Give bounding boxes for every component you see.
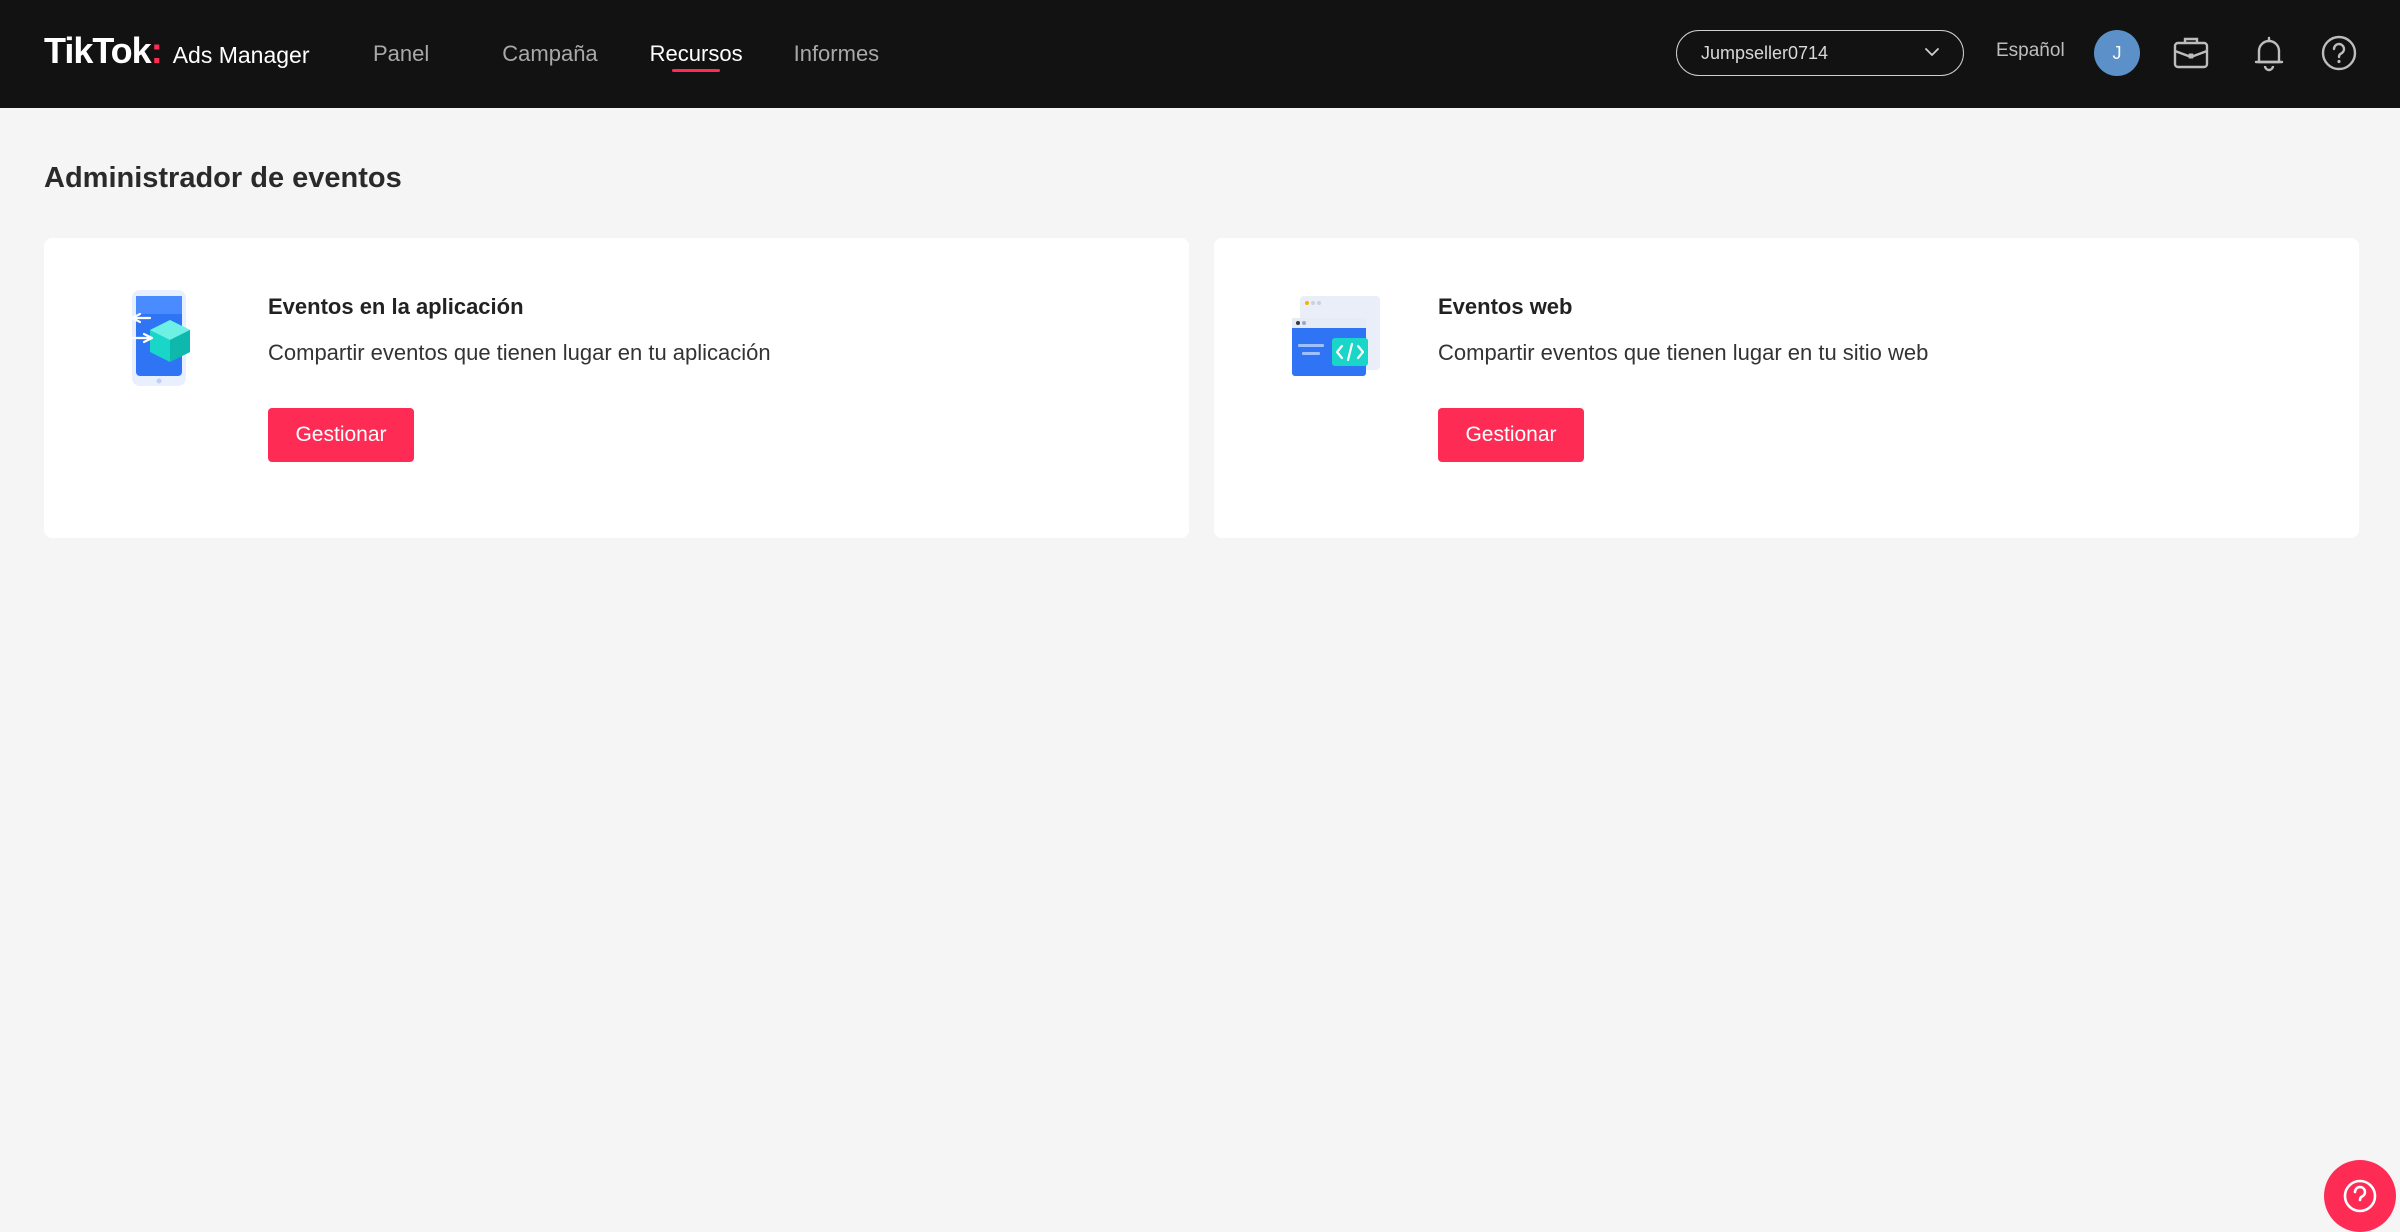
floating-help-button[interactable] <box>2324 1160 2396 1232</box>
chevron-down-icon <box>1925 48 1939 56</box>
top-navigation-bar: TikTok : Ads Manager Panel Campaña Recur… <box>0 0 2400 108</box>
web-events-icon <box>1292 296 1380 376</box>
nav-label: Panel <box>373 41 430 66</box>
web-events-card: Eventos web Compartir eventos que tienen… <box>1214 238 2359 538</box>
app-events-card: Eventos en la aplicación Compartir event… <box>44 238 1189 538</box>
manage-app-events-button[interactable]: Gestionar <box>268 408 414 462</box>
manage-web-events-button[interactable]: Gestionar <box>1438 408 1584 462</box>
nav-label: Informes <box>793 41 880 66</box>
avatar-initial: J <box>2112 42 2122 63</box>
logo-subtitle: Ads Manager <box>172 42 310 68</box>
language-selector[interactable]: Español <box>1996 40 2065 62</box>
main-nav: Panel Campaña Recursos Informes <box>373 0 879 108</box>
card-title: Eventos web <box>1438 294 1573 319</box>
page-title: Administrador de eventos <box>44 162 402 194</box>
nav-informes[interactable]: Informes <box>794 0 880 108</box>
card-description: Compartir eventos que tienen lugar en tu… <box>268 340 771 365</box>
logo-dot: : <box>150 30 163 71</box>
bell-icon[interactable] <box>2246 30 2292 76</box>
nav-label: Recursos <box>649 41 743 66</box>
tiktok-ads-manager-logo[interactable]: TikTok : Ads Manager <box>44 30 310 72</box>
account-selector[interactable]: Jumpseller0714 <box>1676 30 1964 76</box>
help-icon[interactable] <box>2316 30 2362 76</box>
avatar[interactable]: J <box>2094 30 2140 76</box>
nav-panel[interactable]: Panel <box>373 0 429 108</box>
nav-campana[interactable]: Campaña <box>502 0 597 108</box>
account-name: Jumpseller0714 <box>1701 42 1829 63</box>
app-events-icon <box>130 290 190 386</box>
logo-wordmark: TikTok <box>44 30 152 71</box>
nav-label: Campaña <box>502 41 598 66</box>
help-icon <box>2343 1179 2377 1213</box>
card-title: Eventos en la aplicación <box>268 294 524 319</box>
card-description: Compartir eventos que tienen lugar en tu… <box>1438 340 1929 365</box>
briefcase-icon[interactable] <box>2168 30 2214 76</box>
nav-recursos[interactable]: Recursos <box>650 0 743 108</box>
